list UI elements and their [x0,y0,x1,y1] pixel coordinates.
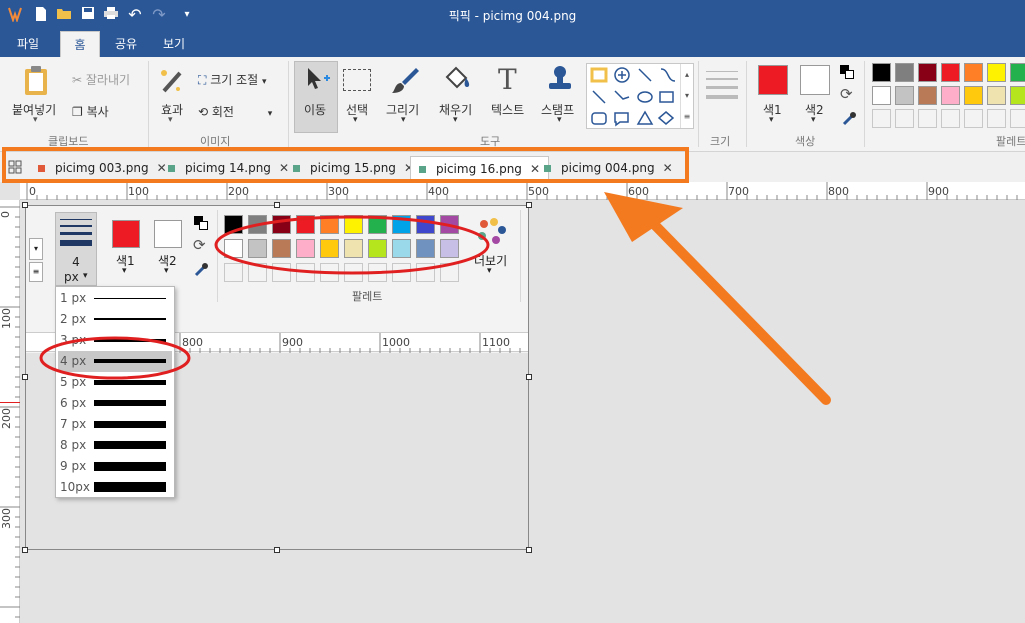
palette-highlight-ellipse [214,215,490,275]
ruler-label: 100 [128,185,149,198]
ruler-label: 700 [728,185,749,198]
ruler-label: 100 [0,308,13,329]
size-highlight-ellipse [39,336,191,380]
annotation-overlay [39,192,831,405]
annotation-arrowhead [604,192,683,242]
ruler-label: 200 [228,185,249,198]
ruler-label: 200 [0,408,13,429]
ruler-label: 400 [428,185,449,198]
ruler-label: 500 [528,185,549,198]
ruler-label: 600 [628,185,649,198]
ruler-label: 0 [29,185,36,198]
ruler-label: 0 [0,211,12,218]
ruler-label: 900 [928,185,949,198]
ruler-label: 300 [328,185,349,198]
ruler-label: 800 [828,185,849,198]
ruler-label: 300 [0,508,13,529]
annotation-arrow [643,213,831,405]
